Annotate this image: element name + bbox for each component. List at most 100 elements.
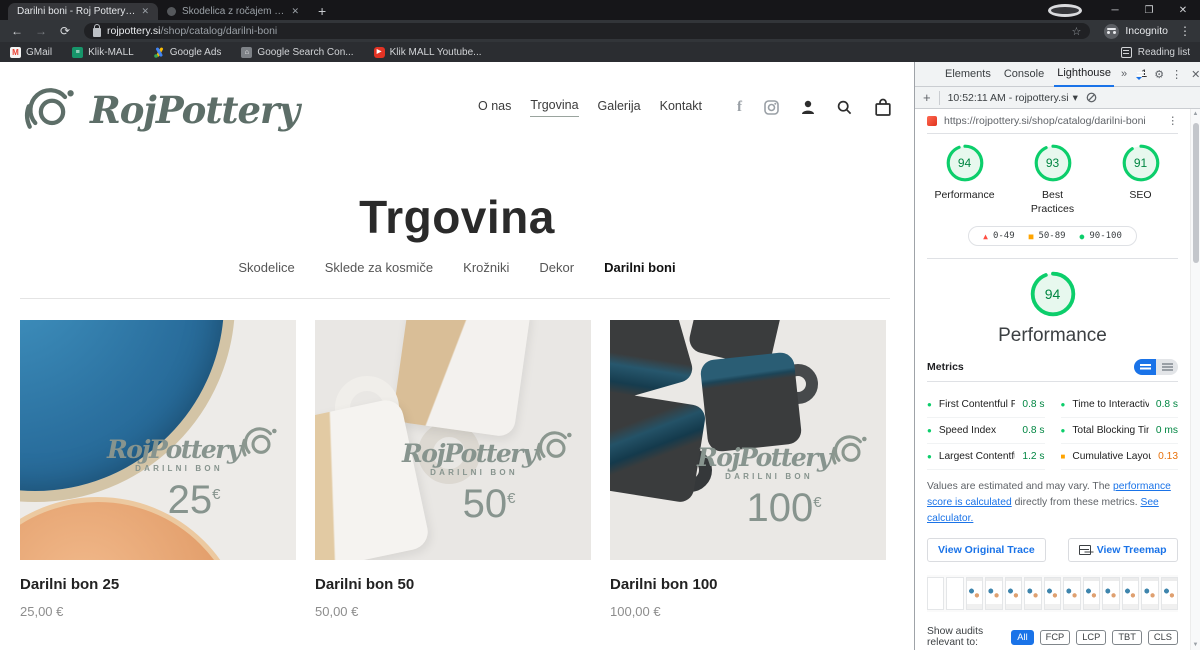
- product-name[interactable]: Darilni bon 100: [610, 576, 886, 593]
- secure-lock-icon[interactable]: [93, 28, 101, 37]
- chip-tbt[interactable]: TBT: [1112, 630, 1142, 645]
- reload-button[interactable]: ⟳: [54, 22, 76, 40]
- score-performance[interactable]: 94 Performance: [933, 144, 997, 216]
- nav-trgovina[interactable]: Trgovina: [530, 98, 578, 117]
- average-icon: ■: [1029, 232, 1034, 241]
- browser-menu-icon[interactable]: ⋮: [1176, 24, 1194, 38]
- bookmark-google-ads[interactable]: Google Ads: [154, 47, 222, 58]
- report-selector[interactable]: 10:52:11 AM - rojpottery.si ▾: [948, 92, 1078, 104]
- product-image: RojPottery DARILNI BON 25€: [20, 320, 296, 560]
- minimize-button[interactable]: ─: [1098, 5, 1132, 16]
- bookmark-gmail[interactable]: MGMail: [10, 47, 52, 58]
- site-logo[interactable]: RojPottery: [24, 84, 299, 136]
- devtools-panel: Elements Console Lighthouse » 1 ⚙ ⋮ ✕ + …: [914, 62, 1200, 650]
- filmstrip-frame: [927, 577, 944, 610]
- performance-section-header: 94 Performance: [927, 271, 1178, 347]
- devtools-close-icon[interactable]: ✕: [1191, 68, 1200, 81]
- nav-kontakt[interactable]: Kontakt: [660, 99, 702, 117]
- new-report-button[interactable]: +: [923, 90, 931, 105]
- chip-lcp[interactable]: LCP: [1076, 630, 1106, 645]
- filmstrip-frame: [985, 577, 1002, 610]
- clear-reports-icon[interactable]: [1086, 92, 1097, 103]
- window-controls: ─ ❐ ✕: [1048, 0, 1200, 20]
- scroll-up-icon[interactable]: ▲: [1191, 111, 1200, 117]
- incognito-label: Incognito: [1125, 25, 1168, 37]
- scroll-down-icon[interactable]: ▼: [1191, 642, 1200, 648]
- close-window-button[interactable]: ✕: [1166, 5, 1200, 16]
- category-darilni-boni[interactable]: Darilni boni: [604, 260, 676, 275]
- search-icon[interactable]: [837, 100, 852, 115]
- mug-shape: [392, 320, 532, 438]
- loading-filmstrip: [927, 575, 1178, 612]
- incognito-icon: [1104, 24, 1119, 39]
- metrics-view-toggle[interactable]: [1134, 359, 1178, 375]
- maximize-button[interactable]: ❐: [1132, 5, 1166, 16]
- metric-tbt: ●Total Blocking Time0 ms: [1061, 418, 1179, 444]
- chip-cls[interactable]: CLS: [1148, 630, 1178, 645]
- browser-tab-active[interactable]: Darilni boni - Roj Pottery s.p. ✕: [8, 3, 158, 20]
- facebook-icon[interactable]: f: [737, 99, 742, 116]
- category-skodelice[interactable]: Skodelice: [238, 260, 294, 275]
- score-seo[interactable]: 91 SEO: [1109, 144, 1173, 216]
- devtools-tab-console[interactable]: Console: [1001, 62, 1047, 87]
- media-controls-icon[interactable]: [1048, 4, 1082, 17]
- chip-fcp[interactable]: FCP: [1040, 630, 1071, 645]
- page-title: Trgovina: [0, 190, 914, 244]
- list-view-icon: [1134, 359, 1156, 375]
- address-bar[interactable]: rojpottery.si/shop/catalog/darilni-boni …: [84, 23, 1090, 39]
- nav-o-nas[interactable]: O nas: [478, 99, 511, 117]
- category-krozniki[interactable]: Krožniki: [463, 260, 509, 275]
- filmstrip-frame: [1122, 577, 1139, 610]
- product-card-darilni-bon-50[interactable]: RojPottery DARILNI BON 50€ Darilni bon 5…: [315, 320, 591, 619]
- product-card-darilni-bon-100[interactable]: RojPottery DARILNI BON 100€ Darilni bon …: [610, 320, 886, 619]
- devtools-menu-icon[interactable]: ⋮: [1171, 68, 1182, 81]
- cart-bag-icon[interactable]: [874, 98, 892, 117]
- bookmark-klik-mall[interactable]: ≡Klik-MALL: [72, 47, 134, 58]
- reading-list-button[interactable]: Reading list: [1121, 47, 1190, 58]
- view-original-trace-button[interactable]: View Original Trace: [927, 538, 1046, 562]
- product-card-darilni-bon-25[interactable]: RojPottery DARILNI BON 25€ Darilni bon 2…: [20, 320, 296, 619]
- filmstrip-frame: [1024, 577, 1041, 610]
- new-tab-button[interactable]: +: [308, 3, 336, 20]
- tab-close-icon[interactable]: ✕: [141, 6, 149, 17]
- search-console-icon: ⌂: [241, 47, 252, 58]
- back-button[interactable]: ←: [6, 22, 28, 40]
- performance-gauge[interactable]: 94: [1030, 271, 1076, 317]
- instagram-icon[interactable]: [764, 100, 779, 115]
- devtools-tab-lighthouse[interactable]: Lighthouse: [1054, 62, 1114, 87]
- more-tabs-icon[interactable]: »: [1121, 68, 1127, 80]
- category-dekor[interactable]: Dekor: [539, 260, 574, 275]
- score-best-practices[interactable]: 93 Best Practices: [1021, 144, 1085, 216]
- metrics-note: Values are estimated and may vary. The p…: [927, 479, 1178, 527]
- gift-logo-icon: [536, 428, 576, 466]
- report-menu-icon[interactable]: ⋮: [1168, 115, 1179, 127]
- devtools-tab-elements[interactable]: Elements: [942, 62, 994, 87]
- browser-tab-inactive[interactable]: Skodelica z ročajem Black Magic ✕: [158, 3, 308, 20]
- devtools-scrollbar[interactable]: ▲ ▼: [1190, 109, 1200, 650]
- bookmarks-bar: MGMail ≡Klik-MALL Google Ads ⌂Google Sea…: [0, 42, 1200, 62]
- forward-button[interactable]: →: [30, 22, 52, 40]
- scrollbar-thumb[interactable]: [1193, 123, 1199, 263]
- product-name[interactable]: Darilni bon 25: [20, 576, 296, 593]
- tab-title: Darilni boni - Roj Pottery s.p.: [17, 6, 135, 17]
- chip-all[interactable]: All: [1011, 630, 1033, 645]
- main-navigation: O nas Trgovina Galerija Kontakt f: [478, 98, 892, 117]
- nav-galerija[interactable]: Galerija: [598, 99, 641, 117]
- filmstrip-frame: [966, 577, 983, 610]
- divider: [939, 91, 940, 105]
- tab-close-icon[interactable]: ✕: [291, 6, 299, 17]
- account-icon[interactable]: [801, 100, 815, 115]
- view-treemap-button[interactable]: View Treemap: [1068, 538, 1178, 562]
- category-sklede[interactable]: Sklede za kosmiče: [325, 260, 433, 275]
- pass-icon: ●: [1080, 232, 1085, 241]
- devtools-toolbar: Elements Console Lighthouse » 1 ⚙ ⋮ ✕: [915, 62, 1200, 87]
- divider: [927, 381, 1178, 382]
- bookmark-star-icon[interactable]: ☆: [1072, 25, 1082, 38]
- audit-filter-row: Show audits relevant to: All FCP LCP TBT…: [927, 626, 1178, 648]
- bookmark-youtube[interactable]: ▶Klik MALL Youtube...: [374, 47, 482, 58]
- devtools-settings-icon[interactable]: ⚙: [1154, 68, 1164, 81]
- bookmark-search-console[interactable]: ⌂Google Search Con...: [241, 47, 353, 58]
- product-name[interactable]: Darilni bon 50: [315, 576, 591, 593]
- filmstrip-frame: [1083, 577, 1100, 610]
- score-summary: 94 Performance 93 Best Practices 91 SEO: [927, 144, 1178, 216]
